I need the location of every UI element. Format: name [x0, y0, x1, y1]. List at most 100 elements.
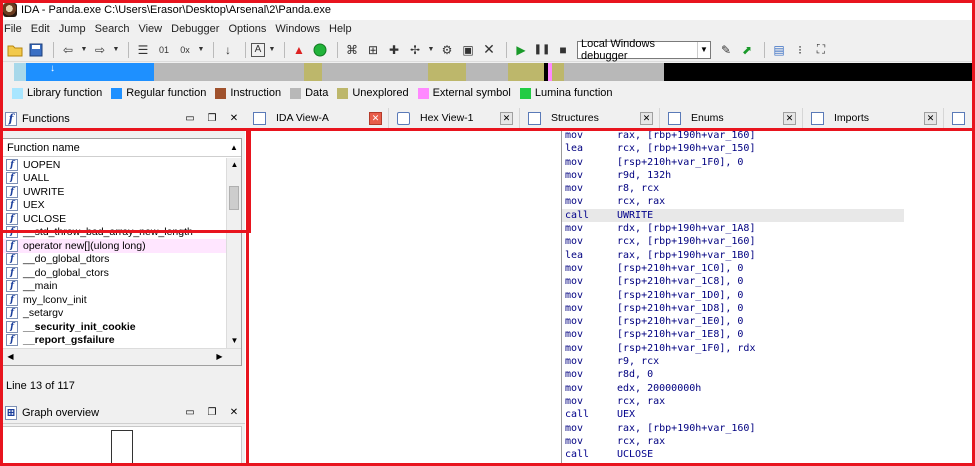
disasm-line[interactable]: mov rax, [rbp+190h+var_160]: [562, 422, 904, 435]
disasm-line[interactable]: mov [rsp+210h+var_1F0], 0: [562, 156, 904, 169]
close-icon[interactable]: ✕: [480, 41, 498, 59]
open-folder-icon[interactable]: [6, 41, 24, 59]
bookmark-list-icon[interactable]: ☰: [134, 41, 152, 59]
scroll-right-icon[interactable]: ▶: [212, 349, 227, 365]
function-row[interactable]: f __security_init_cookie: [3, 320, 227, 334]
function-row[interactable]: f UEX: [3, 199, 227, 213]
disasm-line[interactable]: mov [rsp+210h+var_1E0], 0: [562, 315, 904, 328]
attach-icon[interactable]: ⬈: [738, 41, 756, 59]
close-icon[interactable]: ✕: [223, 113, 245, 124]
navigation-band[interactable]: ↓: [14, 63, 975, 81]
tab-enums[interactable]: Enums ✕: [660, 108, 803, 128]
disasm-line[interactable]: mov rcx, rax: [562, 435, 904, 448]
menu-file[interactable]: File: [4, 23, 22, 35]
function-row[interactable]: f __do_global_ctors: [3, 266, 227, 280]
graph-tools-icon[interactable]: ⊞: [364, 41, 382, 59]
function-row[interactable]: f __report_gsfailure: [3, 334, 227, 348]
scroll-up-icon[interactable]: ▲: [227, 158, 242, 172]
close-icon[interactable]: ✕: [924, 111, 937, 125]
column-header-function-name[interactable]: Function name ▲: [3, 139, 241, 157]
disasm-line[interactable]: mov [rsp+210h+var_1E8], 0: [562, 328, 904, 341]
menu-options[interactable]: Options: [228, 23, 266, 35]
disasm-line[interactable]: call UEX: [562, 408, 904, 421]
close-icon[interactable]: ✕: [783, 111, 796, 125]
tab-structures[interactable]: Structures ✕: [520, 108, 660, 128]
menu-help[interactable]: Help: [329, 23, 352, 35]
restore-icon[interactable]: ❐: [201, 407, 223, 418]
disasm-line[interactable]: mov r9, rcx: [562, 355, 904, 368]
close-icon[interactable]: ✕: [640, 111, 653, 125]
chevron-down-icon[interactable]: ▼: [427, 41, 435, 59]
horizontal-scrollbar[interactable]: ◀ ▶: [3, 348, 241, 365]
back-arrow-icon[interactable]: ⇦: [59, 41, 77, 59]
vertical-scrollbar[interactable]: ▲ ▼: [226, 158, 241, 348]
tab-imports[interactable]: Imports ✕: [803, 108, 944, 128]
scroll-left-icon[interactable]: ◀: [3, 349, 18, 365]
expand-icon[interactable]: ✢: [406, 41, 424, 59]
play-icon[interactable]: ▶: [512, 41, 530, 59]
graph-trace-icon[interactable]: ⛶: [812, 41, 830, 59]
menu-jump[interactable]: Jump: [59, 23, 86, 35]
tab-exports[interactable]: [944, 108, 975, 128]
disasm-line[interactable]: mov edx, 20000000h: [562, 382, 904, 395]
menu-view[interactable]: View: [138, 23, 162, 35]
ida-view-disassembly[interactable]: mov rax, [rbp+190h+var_160] lea rcx, [rbp+1…: [245, 129, 975, 466]
breakpoints-icon[interactable]: ▤: [770, 41, 788, 59]
graph-tools-icon[interactable]: ⌘: [343, 41, 361, 59]
stop-icon[interactable]: ■: [554, 41, 572, 59]
function-row[interactable]: f __std_throw_bad_array_new_length: [3, 226, 227, 240]
disasm-line[interactable]: mov r8, rcx: [562, 182, 904, 195]
disasm-line[interactable]: mov rcx, rax: [562, 395, 904, 408]
menu-windows[interactable]: Windows: [275, 23, 320, 35]
close-icon[interactable]: ✕: [500, 111, 513, 125]
function-row[interactable]: f UOPEN: [3, 158, 227, 172]
image-icon[interactable]: ▣: [459, 41, 477, 59]
disasm-line[interactable]: mov [rsp+210h+var_1D0], 0: [562, 289, 904, 302]
chevron-down-icon[interactable]: ▼: [268, 41, 276, 59]
disasm-line[interactable]: mov [rsp+210h+var_1D8], 0: [562, 302, 904, 315]
disasm-line[interactable]: lea rcx, [rbp+190h+var_150]: [562, 142, 904, 155]
breakpoint-icon[interactable]: ▲: [290, 41, 308, 59]
function-row[interactable]: f UALL: [3, 172, 227, 186]
disasm-line[interactable]: mov r8d, 0: [562, 368, 904, 381]
binary-icon[interactable]: 01: [155, 41, 173, 59]
down-arrow-icon[interactable]: ↓: [219, 41, 237, 59]
function-row[interactable]: f my_lconv_init: [3, 293, 227, 307]
save-icon[interactable]: [27, 41, 45, 59]
sort-up-icon[interactable]: ▲: [227, 143, 241, 152]
function-row[interactable]: f UCLOSE: [3, 212, 227, 226]
function-row[interactable]: f operator new[](ulong long): [3, 239, 227, 253]
menu-debugger[interactable]: Debugger: [171, 23, 219, 35]
add-node-icon[interactable]: ✚: [385, 41, 403, 59]
disasm-line[interactable]: mov [rsp+210h+var_1C0], 0: [562, 262, 904, 275]
disasm-line[interactable]: mov [rsp+210h+var_1F0], rdx: [562, 342, 904, 355]
disasm-line[interactable]: mov [rsp+210h+var_1C8], 0: [562, 275, 904, 288]
disassembly-listing[interactable]: mov rax, [rbp+190h+var_160] lea rcx, [rbp+1…: [561, 129, 904, 466]
menu-search[interactable]: Search: [95, 23, 130, 35]
hex-icon[interactable]: 0x: [176, 41, 194, 59]
chevron-down-icon[interactable]: ▼: [80, 41, 88, 59]
close-icon[interactable]: ✕: [369, 111, 382, 125]
function-row[interactable]: f __main: [3, 280, 227, 294]
disasm-line[interactable]: mov rcx, [rbp+190h+var_160]: [562, 235, 904, 248]
tab-hex-view-1[interactable]: Hex View-1 ✕: [389, 108, 520, 128]
function-row[interactable]: f UWRITE: [3, 185, 227, 199]
scroll-thumb[interactable]: [229, 186, 239, 210]
disasm-line[interactable]: mov rax, [rbp+190h+var_160]: [562, 129, 904, 142]
minimize-icon[interactable]: ▭: [179, 113, 201, 124]
green-circle-icon[interactable]: [311, 41, 329, 59]
menu-edit[interactable]: Edit: [31, 23, 50, 35]
function-row[interactable]: f _setargv: [3, 307, 227, 321]
disasm-line[interactable]: lea rax, [rbp+190h+var_1B0]: [562, 249, 904, 262]
debug-options-icon[interactable]: ✎: [717, 41, 735, 59]
disasm-line[interactable]: mov r9d, 132h: [562, 169, 904, 182]
chevron-down-icon[interactable]: ▼: [197, 41, 205, 59]
text-icon[interactable]: A: [251, 42, 265, 57]
disasm-line[interactable]: mov rdx, [rbp+190h+var_1A8]: [562, 222, 904, 235]
forward-arrow-icon[interactable]: ⇨: [91, 41, 109, 59]
close-icon[interactable]: ✕: [223, 407, 245, 418]
disasm-line[interactable]: mov rcx, rax: [562, 195, 904, 208]
restore-icon[interactable]: ❐: [201, 113, 223, 124]
disasm-line[interactable]: call UCLOSE: [562, 448, 904, 461]
minimize-icon[interactable]: ▭: [179, 407, 201, 418]
